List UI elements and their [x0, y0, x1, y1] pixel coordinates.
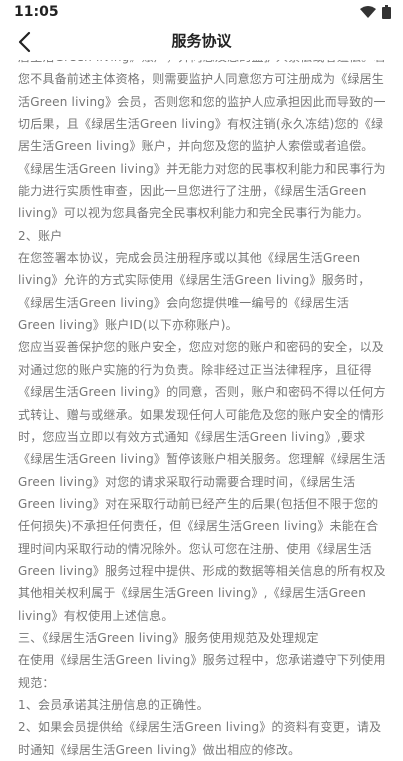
- page-title: 服务协议: [171, 32, 232, 50]
- agreement-content[interactable]: 居生活Green living》账户，并向您及您的监护人索偿或者追偿。若您不具备…: [18, 46, 386, 761]
- section-heading: 2、账户: [18, 228, 63, 243]
- agreement-paragraph: 《绿居生活Green living》并无能力对您的民事权利能力和民事行为能力进行…: [18, 161, 386, 221]
- agreement-paragraph: 在使用《绿居生活Green living》服务过程中，您承诺遵守下列使用规范：: [18, 653, 386, 690]
- battery-icon: [382, 5, 391, 19]
- app-bar: 服务协议: [0, 24, 403, 60]
- wifi-icon: [360, 6, 376, 18]
- agreement-paragraph: 2、如果会员提供给《绿居生活Green living》的资料有变更，请及时通知《…: [18, 720, 382, 757]
- agreement-paragraph: 1、会员承诺其注册信息的正确性。: [18, 697, 209, 712]
- agreement-paragraph: 您应当妥善保护您的账户安全，您应对您的账户和密码的安全，以及对通过您的账户实施的…: [18, 340, 386, 623]
- status-time: 11:05: [14, 4, 59, 20]
- status-bar: 11:05: [0, 0, 403, 24]
- status-icons: [360, 5, 391, 19]
- agreement-paragraph: 居生活Green living》账户，并向您及您的监护人索偿或者追偿。若您不具备…: [18, 50, 386, 154]
- agreement-paragraph: 在您签署本协议，完成会员注册程序或以其他《绿居生活Green living》允许…: [18, 251, 371, 333]
- section-heading: 三、《绿居生活Green living》服务使用规范及处理规定: [18, 630, 319, 645]
